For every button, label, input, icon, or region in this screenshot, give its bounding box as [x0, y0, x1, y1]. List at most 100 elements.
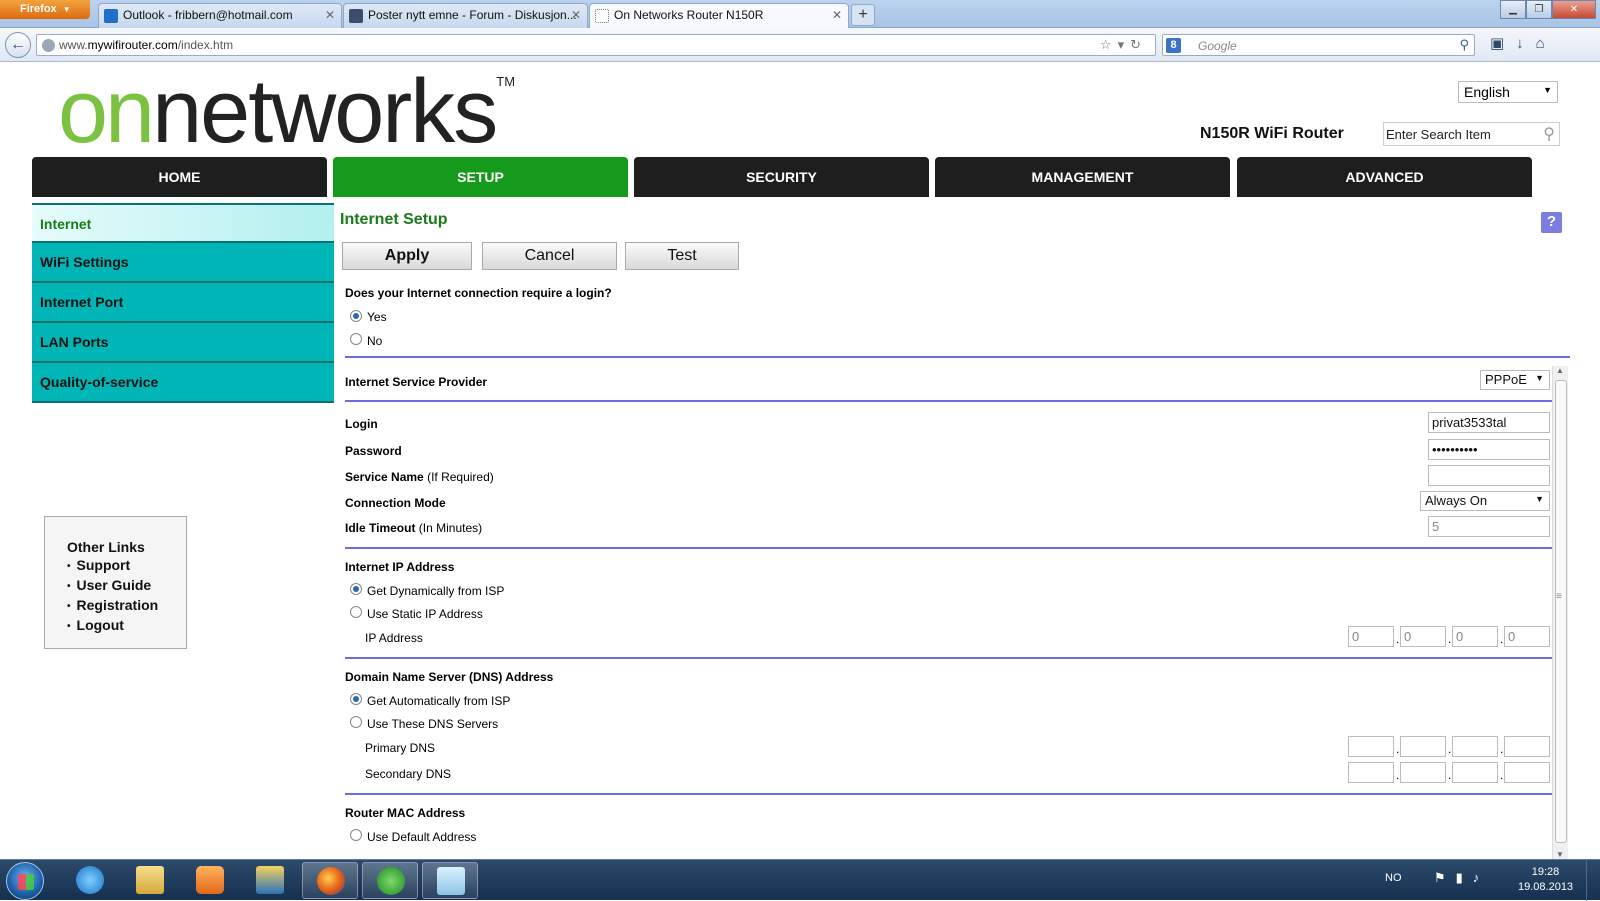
url-bar[interactable]: www.mywifirouter.com/index.htm ☆▾↻	[36, 34, 1156, 56]
new-tab-button[interactable]: +	[851, 4, 875, 26]
url-text: www.mywifirouter.com/index.htm	[59, 38, 234, 52]
browser-tab-forum[interactable]: Poster nytt emne - Forum - Diskusjon... …	[343, 3, 588, 28]
sidebar-item-wifi-settings[interactable]: WiFi Settings	[32, 243, 334, 283]
login-label: Login	[345, 417, 378, 431]
idle-timeout-input[interactable]: 5	[1428, 516, 1550, 537]
ip-octet-2-input[interactable]: 0	[1400, 626, 1446, 647]
ip-static-radio[interactable]	[350, 606, 362, 618]
primary-dns-octet-4-input[interactable]	[1504, 736, 1550, 757]
taskbar-utorrent[interactable]	[362, 862, 418, 899]
divider	[345, 657, 1555, 659]
secondary-dns-octet-4-input[interactable]	[1504, 762, 1550, 783]
isp-select[interactable]: PPPoE ▼	[1480, 370, 1550, 390]
taskbar-notepad[interactable]	[422, 862, 478, 899]
taskbar-app[interactable]	[242, 862, 298, 899]
secondary-dns-octet-2-input[interactable]	[1400, 762, 1446, 783]
help-icon[interactable]: ?	[1541, 212, 1562, 233]
login-yes-label: Yes	[367, 310, 387, 324]
taskbar-ie[interactable]	[62, 862, 118, 899]
form-scrollbar[interactable]: ▲ ≡ ▼	[1552, 366, 1568, 859]
clock[interactable]: 19:28 19.08.2013	[1518, 865, 1573, 895]
apply-button[interactable]: Apply	[342, 242, 472, 270]
ip-octet-4-input[interactable]: 0	[1504, 626, 1550, 647]
mac-default-radio[interactable]	[350, 829, 362, 841]
other-links-title: Other Links	[67, 539, 145, 555]
ip-dynamic-radio[interactable]	[350, 583, 362, 595]
maximize-button[interactable]: ❐	[1526, 0, 1552, 19]
dns-section-title: Domain Name Server (DNS) Address	[345, 670, 554, 684]
site-search-input[interactable]: Enter Search Item ⚲	[1383, 122, 1560, 146]
sidebar-item-internet[interactable]: Internet	[32, 203, 334, 243]
nav-home[interactable]: HOME	[32, 157, 327, 197]
window-close-button[interactable]: ✕	[1552, 0, 1596, 19]
search-icon[interactable]: ⚲	[1543, 124, 1555, 144]
ip-octet-1-input[interactable]: 0	[1348, 626, 1394, 647]
login-no-radio[interactable]	[350, 333, 362, 345]
primary-dns-octet-1-input[interactable]	[1348, 736, 1394, 757]
ip-static-label: Use Static IP Address	[367, 607, 483, 621]
dns-auto-radio[interactable]	[350, 693, 362, 705]
primary-dns-octet-3-input[interactable]	[1452, 736, 1498, 757]
minimize-button[interactable]: ▁	[1500, 0, 1526, 19]
settings-form: Does your Internet connection require a …	[340, 279, 1570, 859]
ip-octet-3-input[interactable]: 0	[1452, 626, 1498, 647]
cancel-button[interactable]: Cancel	[482, 242, 617, 270]
sidebar-item-internet-port[interactable]: Internet Port	[32, 283, 334, 323]
login-no-label: No	[367, 334, 383, 348]
taskbar-firefox[interactable]	[302, 862, 358, 899]
input-language[interactable]: NO	[1385, 872, 1402, 884]
link-logout[interactable]: Logout	[67, 616, 186, 636]
octet-separator: .	[1448, 632, 1452, 646]
login-yes-radio[interactable]	[350, 310, 362, 322]
scrollbar-thumb[interactable]	[1555, 380, 1567, 843]
page-title: Internet Setup	[340, 211, 448, 228]
nav-security[interactable]: SECURITY	[634, 157, 929, 197]
chevron-down-icon: ▼	[1543, 85, 1552, 95]
show-desktop-button[interactable]	[1586, 860, 1600, 901]
taskbar-media-player[interactable]	[182, 862, 238, 899]
taskbar-explorer[interactable]	[122, 862, 178, 899]
link-support[interactable]: Support	[67, 556, 186, 576]
secondary-dns-octet-3-input[interactable]	[1452, 762, 1498, 783]
primary-dns-octet-2-input[interactable]	[1400, 736, 1446, 757]
browser-tab-outlook[interactable]: Outlook - fribbern@hotmail.com ✕	[98, 3, 342, 28]
product-name: N150R WiFi Router	[1200, 125, 1344, 142]
start-button[interactable]	[6, 862, 44, 900]
password-input[interactable]: ••••••••••	[1428, 439, 1550, 460]
nav-advanced[interactable]: ADVANCED	[1237, 157, 1532, 197]
link-user-guide[interactable]: User Guide	[67, 576, 186, 596]
test-button[interactable]: Test	[625, 242, 739, 270]
browser-search-bar[interactable]: 8 Google ⚲	[1162, 34, 1475, 56]
window-controls: ▁ ❐ ✕	[1500, 0, 1596, 19]
scroll-up-icon[interactable]: ▲	[1556, 366, 1564, 375]
connection-mode-select[interactable]: Always On ▼	[1420, 491, 1550, 511]
media-player-icon	[196, 866, 224, 894]
sidebar-item-lan-ports[interactable]: LAN Ports	[32, 323, 334, 363]
back-button[interactable]: ←	[5, 32, 31, 58]
chevron-down-icon: ▼	[1535, 373, 1544, 383]
tray-icons[interactable]: ⚑▮♪	[1434, 870, 1489, 886]
chevron-down-icon: ▼	[1535, 494, 1544, 504]
close-icon[interactable]: ✕	[325, 4, 335, 27]
login-input[interactable]: privat3533tal	[1428, 412, 1550, 433]
google-icon[interactable]: 8	[1166, 38, 1181, 53]
firefox-icon	[317, 867, 345, 895]
close-icon[interactable]: ✕	[832, 4, 842, 27]
toolbar-icons[interactable]: ▣↓⌂	[1490, 34, 1557, 52]
sidebar-item-qos[interactable]: Quality-of-service	[32, 363, 334, 403]
service-name-input[interactable]	[1428, 465, 1550, 486]
nav-setup[interactable]: SETUP	[333, 157, 628, 197]
link-registration[interactable]: Registration	[67, 596, 186, 616]
firefox-menu-button[interactable]: Firefox ▼	[0, 0, 90, 19]
secondary-dns-octet-1-input[interactable]	[1348, 762, 1394, 783]
language-select[interactable]: English ▼	[1458, 81, 1558, 103]
scroll-down-icon[interactable]: ▼	[1556, 850, 1564, 859]
dns-manual-radio[interactable]	[350, 716, 362, 728]
bookmark-star-icon[interactable]: ☆▾↻	[1100, 37, 1147, 53]
browser-tab-router[interactable]: On Networks Router N150R ✕	[589, 3, 849, 29]
clock-date: 19.08.2013	[1518, 881, 1574, 893]
search-placeholder: Google	[1198, 39, 1237, 53]
nav-management[interactable]: MANAGEMENT	[935, 157, 1230, 197]
search-icon[interactable]: ⚲	[1459, 37, 1469, 53]
close-icon[interactable]: ✕	[571, 4, 581, 27]
